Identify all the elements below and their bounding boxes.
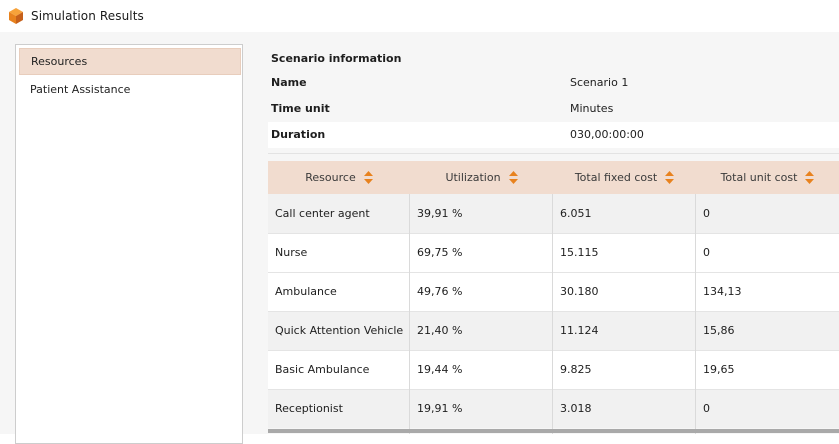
row-divider [268,233,839,234]
table-cell-unit-cost: 0 [703,246,710,259]
resources-table: Resource Utilization Total fixed cost To… [268,161,839,436]
table-cell-unit-cost: 0 [703,207,710,220]
table-cell-fixed-cost: 3.018 [560,402,592,415]
window-title: Simulation Results [31,9,144,23]
scenario-value: 030,00:00:00 [570,128,644,141]
table-cell-fixed-cost: 6.051 [560,207,592,220]
horizontal-scrollbar[interactable] [268,429,839,433]
table-cell-unit-cost: 19,65 [703,363,735,376]
table-cell-unit-cost: 134,13 [703,285,742,298]
scenario-heading: Scenario information [271,52,402,65]
table-cell-utilization: 21,40 % [417,324,463,337]
scenario-value: Minutes [570,102,614,115]
sidebar-item-label: Patient Assistance [30,83,131,96]
table-row[interactable]: Receptionist 19,91 % 3.018 0 [268,389,839,428]
row-divider [268,350,839,351]
title-bar: Simulation Results [0,0,839,32]
table-cell-resource: Call center agent [275,207,370,220]
table-cell-unit-cost: 0 [703,402,710,415]
column-header-total-fixed-cost[interactable]: Total fixed cost [553,161,696,194]
column-header-utilization[interactable]: Utilization [410,161,553,194]
sidebar-item-resources[interactable]: Resources [19,48,241,75]
column-header-label: Utilization [445,171,501,184]
column-header-label: Total unit cost [720,171,798,184]
column-divider [695,194,696,434]
table-cell-resource: Receptionist [275,402,343,415]
row-divider [268,272,839,273]
table-cell-utilization: 39,91 % [417,207,463,220]
row-divider [268,311,839,312]
sort-icon[interactable] [363,171,373,184]
row-divider [268,389,839,390]
window-body: Resources Patient Assistance Scenario in… [0,32,839,444]
column-header-total-unit-cost[interactable]: Total unit cost [696,161,839,194]
cube-logo-icon [9,8,23,24]
table-cell-utilization: 49,76 % [417,285,463,298]
table-cell-resource: Ambulance [275,285,337,298]
table-cell-unit-cost: 15,86 [703,324,735,337]
table-cell-resource: Quick Attention Vehicle [275,324,404,337]
sidebar: Resources Patient Assistance [15,44,243,444]
table-cell-utilization: 19,44 % [417,363,463,376]
sort-icon[interactable] [665,171,675,184]
table-cell-resource: Basic Ambulance [275,363,370,376]
scenario-label: Time unit [271,102,330,115]
table-row[interactable]: Nurse 69,75 % 15.115 0 [268,233,839,272]
scenario-row-duration: Duration 030,00:00:00 [268,122,839,148]
column-header-resource[interactable]: Resource [268,161,410,194]
sidebar-item-patient-assistance[interactable]: Patient Assistance [19,76,241,103]
table-header: Resource Utilization Total fixed cost To… [268,161,839,194]
table-cell-fixed-cost: 9.825 [560,363,592,376]
section-divider [268,153,839,154]
table-row[interactable]: Ambulance 49,76 % 30.180 134,13 [268,272,839,311]
main-panel: Scenario information Name Scenario 1 Tim… [268,32,839,434]
table-cell-utilization: 19,91 % [417,402,463,415]
column-header-label: Total fixed cost [574,171,658,184]
sort-icon[interactable] [508,171,518,184]
table-cell-fixed-cost: 11.124 [560,324,599,337]
scenario-label: Name [271,76,307,89]
table-cell-fixed-cost: 15.115 [560,246,599,259]
column-header-label: Resource [305,171,356,184]
table-cell-utilization: 69,75 % [417,246,463,259]
column-divider [409,194,410,434]
table-row[interactable]: Call center agent 39,91 % 6.051 0 [268,194,839,233]
scenario-label: Duration [271,128,326,141]
sidebar-item-label: Resources [31,55,88,68]
table-cell-resource: Nurse [275,246,308,259]
scenario-value: Scenario 1 [570,76,629,89]
table-row[interactable]: Basic Ambulance 19,44 % 9.825 19,65 [268,350,839,389]
column-divider [552,194,553,434]
table-cell-fixed-cost: 30.180 [560,285,599,298]
scenario-row-time-unit: Time unit Minutes [268,96,839,122]
sort-icon[interactable] [805,171,815,184]
table-row[interactable]: Quick Attention Vehicle 21,40 % 11.124 1… [268,311,839,350]
scenario-row-name: Name Scenario 1 [268,70,839,96]
